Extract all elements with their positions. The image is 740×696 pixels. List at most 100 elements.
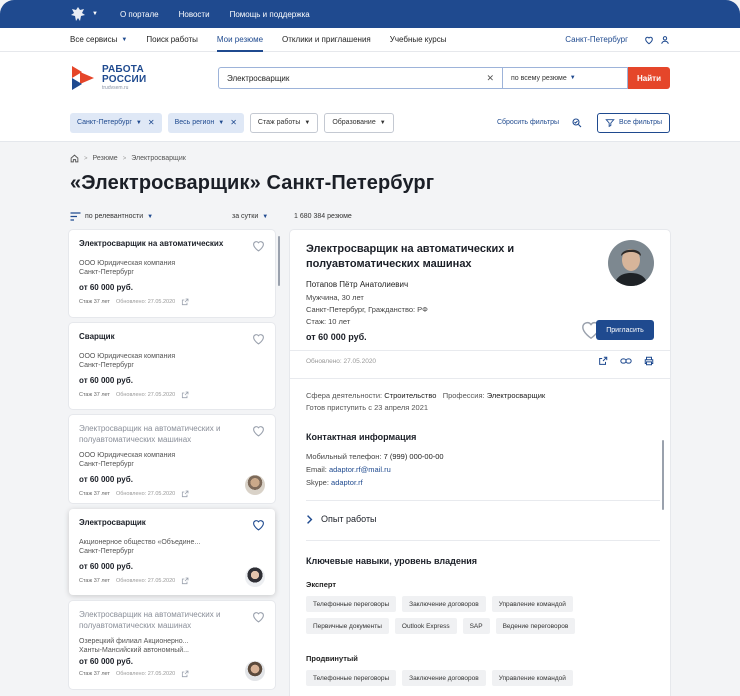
resume-card-salary: от 60 000 руб. <box>79 283 133 292</box>
heart-icon[interactable] <box>252 333 265 345</box>
external-link-icon[interactable] <box>181 298 189 306</box>
nav-label: Поиск работы <box>146 35 198 44</box>
company-city: Санкт-Петербург <box>79 548 134 555</box>
nav-label: Отклики и приглашения <box>282 35 371 44</box>
chevron-down-icon: ▼ <box>262 213 269 220</box>
all-filters-button[interactable]: Все фильтры <box>597 112 670 133</box>
resume-card[interactable]: Электросварщик на автоматических ООО Юри… <box>69 230 275 317</box>
favorites-heart-icon[interactable] <box>644 35 654 45</box>
detail-scrollbar[interactable] <box>662 440 664 510</box>
external-link-icon[interactable] <box>181 577 189 585</box>
divider <box>306 500 660 501</box>
contacts-title: Контактная информация <box>306 432 417 442</box>
external-link-icon[interactable] <box>181 391 189 399</box>
breadcrumb-item[interactable]: Резюме <box>93 155 118 162</box>
logo[interactable]: РАБОТА РОССИИ trudvsem.ru <box>70 64 218 92</box>
external-link-icon[interactable] <box>598 356 608 366</box>
heart-icon[interactable] <box>252 611 265 623</box>
govbar-link-news[interactable]: Новости <box>179 10 210 19</box>
city-selector[interactable]: Санкт-Петербург <box>565 35 628 44</box>
nav-label: Все сервисы <box>70 35 118 44</box>
external-link-icon[interactable] <box>181 490 189 498</box>
resume-card-salary: от 60 000 руб. <box>79 475 133 484</box>
sort-relevance-dropdown[interactable]: по релевантности ▼ <box>70 212 232 221</box>
nav-job-search[interactable]: Поиск работы <box>146 28 198 52</box>
search-button[interactable]: Найти <box>628 67 670 89</box>
experience-section-label: Опыт работы <box>321 514 377 524</box>
resume-card-company: ООО Юридическая компания Санкт-Петербург <box>79 451 265 469</box>
updated-text: Обновлено: 27.05.2020 <box>115 491 176 497</box>
resume-card[interactable]: Сварщик ООО Юридическая компания Санкт-П… <box>69 323 275 409</box>
govbar-link-help[interactable]: Помощь и поддержка <box>230 10 310 19</box>
resume-card-meta: Стаж 37 лет Обновлено: 27.05.2020 <box>79 577 265 585</box>
chevron-down-icon: ▼ <box>569 75 576 81</box>
filter-experience-dropdown[interactable]: Стаж работы ▼ <box>249 112 319 133</box>
sort-icon <box>70 212 81 221</box>
nav-all-services[interactable]: Все сервисы ▼ <box>70 28 127 52</box>
period-label: за сутки <box>232 213 259 220</box>
experience-section-toggle[interactable]: Опыт работы <box>306 514 377 524</box>
list-scrollbar[interactable] <box>278 236 280 286</box>
search-value: Электросварщик <box>227 73 290 83</box>
logo-mark-icon <box>72 66 94 90</box>
results-count: 1 680 384 резюме <box>294 213 352 220</box>
chevron-right-icon: > <box>84 155 88 162</box>
company-city: Ханты-Мансийский автономный... <box>79 647 190 654</box>
link-icon[interactable] <box>620 356 632 366</box>
company-city: Санкт-Петербург <box>79 269 134 276</box>
filters-bar: Санкт-Петербург ▼ ✕ Весь регион ▼ ✕ Стаж… <box>0 104 740 142</box>
heart-icon[interactable] <box>252 240 265 252</box>
resume-card-title[interactable]: Электросварщик на автоматических и полуа… <box>79 609 265 631</box>
sphere-value: Строительство <box>384 391 437 400</box>
expert-tags: Телефонные переговоры Заключение договор… <box>306 596 656 634</box>
detail-name: Потапов Пётр Анатолиевич <box>306 280 409 289</box>
resume-card-title[interactable]: Сварщик <box>79 331 265 342</box>
resume-card-title[interactable]: Электросварщик <box>79 517 265 528</box>
chevron-down-icon: ▼ <box>121 36 128 43</box>
experience-text: Стаж 37 лет <box>79 392 110 398</box>
dropdown-label: Стаж работы <box>257 119 301 126</box>
resume-card-title[interactable]: Электросварщик на автоматических и полуа… <box>79 423 265 445</box>
heart-icon[interactable] <box>252 425 265 437</box>
saved-search-icon[interactable] <box>571 117 583 129</box>
home-icon[interactable] <box>70 154 79 163</box>
nav-responses[interactable]: Отклики и приглашения <box>282 28 371 52</box>
ready-date: Готов приступить с 23 апреля 2021 <box>306 403 429 412</box>
filter-education-dropdown[interactable]: Образование ▼ <box>324 112 394 133</box>
close-icon[interactable]: ✕ <box>486 73 494 84</box>
emblem-menu[interactable]: ▼ <box>70 6 98 22</box>
skype-link[interactable]: adaptor.rf <box>331 478 363 487</box>
user-icon[interactable] <box>660 35 670 45</box>
search-input[interactable]: Электросварщик ✕ <box>218 67 502 89</box>
nav-courses[interactable]: Учебные курсы <box>390 28 447 52</box>
resume-card-meta: Стаж 37 лет Обновлено: 27.05.2020 <box>79 298 265 306</box>
resume-card[interactable]: Электросварщик на автоматических и полуа… <box>69 415 275 503</box>
skill-tag: Телефонные переговоры <box>306 670 397 686</box>
company-city: Санкт-Петербург <box>79 461 134 468</box>
search-scope-select[interactable]: по всему резюме ▼ <box>502 67 628 89</box>
reset-filters-link[interactable]: Сбросить фильтры <box>497 119 559 126</box>
resume-card[interactable]: Электросварщик Акционерное общество «Объ… <box>69 509 275 595</box>
filter-chip-region[interactable]: Весь регион ▼ ✕ <box>167 112 244 133</box>
company-city: Санкт-Петербург <box>79 362 134 369</box>
invite-button[interactable]: Пригласить <box>596 320 654 340</box>
sort-label: по релевантности <box>85 213 144 220</box>
emblem-icon <box>71 7 85 21</box>
resume-card-title[interactable]: Электросварщик на автоматических <box>79 238 265 249</box>
skill-tag: Телефонные переговоры <box>306 596 397 612</box>
period-dropdown[interactable]: за сутки ▼ <box>232 213 294 220</box>
filter-chip-city[interactable]: Санкт-Петербург ▼ ✕ <box>70 112 162 133</box>
email-link[interactable]: adaptor.rf@mail.ru <box>329 465 391 474</box>
heart-icon[interactable] <box>252 519 265 531</box>
resume-card-meta: Стаж 37 лет Обновлено: 27.05.2020 <box>79 391 265 399</box>
profession-label: Профессия: <box>442 391 485 400</box>
close-icon[interactable]: ✕ <box>148 118 155 127</box>
print-icon[interactable] <box>644 356 654 366</box>
breadcrumb-item: Электросварщик <box>131 155 186 162</box>
chevron-right-icon: > <box>122 155 127 162</box>
govbar-link-about[interactable]: О портале <box>120 10 159 19</box>
external-link-icon[interactable] <box>181 670 189 678</box>
resume-card[interactable]: Электросварщик на автоматических и полуа… <box>69 601 275 689</box>
nav-my-resumes[interactable]: Мои резюме <box>216 28 264 52</box>
close-icon[interactable]: ✕ <box>230 118 237 127</box>
